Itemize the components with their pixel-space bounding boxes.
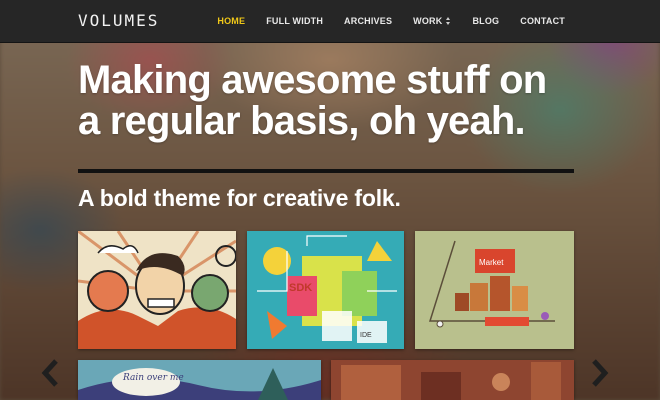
ide-label: IDE: [360, 332, 372, 339]
market-label: Market: [479, 258, 504, 267]
illustration-sdk-city-icon: SDK IDE: [247, 231, 404, 349]
nav-item-home[interactable]: HOME: [217, 16, 245, 26]
gallery-item-room[interactable]: [331, 360, 574, 400]
gallery-item-characters[interactable]: [78, 231, 236, 349]
illustration-characters-icon: [78, 231, 236, 349]
illustration-room-icon: [331, 360, 574, 400]
main-nav: HOME FULL WIDTH ARCHIVES WORK BLOG CONTA…: [196, 16, 565, 26]
rain-label: Rain over me: [122, 373, 184, 383]
nav-item-full-width[interactable]: FULL WIDTH: [266, 16, 323, 26]
chevron-right-icon: [592, 359, 609, 387]
nav-item-work[interactable]: WORK: [413, 16, 451, 26]
gallery-item-market[interactable]: Market: [415, 231, 574, 349]
nav-item-archives[interactable]: ARCHIVES: [344, 16, 392, 26]
gallery-next-button[interactable]: [588, 358, 610, 388]
sdk-label: SDK: [289, 282, 312, 294]
top-navigation-bar: VOLUMES HOME FULL WIDTH ARCHIVES WORK BL…: [0, 0, 660, 43]
gallery-item-rain[interactable]: Rain over me: [78, 360, 321, 400]
illustration-market-icon: Market: [415, 231, 574, 349]
nav-item-contact[interactable]: CONTACT: [520, 16, 565, 26]
chevron-left-icon: [41, 359, 58, 387]
gallery-prev-button[interactable]: [40, 358, 62, 388]
nav-item-work-label: WORK: [413, 16, 443, 26]
hero-headline-line2: a regular basis, oh yeah.: [78, 99, 526, 143]
dropdown-caret-icon: [446, 17, 451, 25]
site-logo[interactable]: VOLUMES: [78, 11, 159, 30]
headline-divider: [78, 169, 574, 173]
gallery-item-sdk-city[interactable]: SDK IDE: [247, 231, 404, 349]
hero-headline-line1: Making awesome stuff on: [78, 58, 547, 102]
hero-subheadline: A bold theme for creative folk.: [78, 185, 401, 211]
illustration-rain-icon: Rain over me: [78, 360, 321, 400]
hero-headline: Making awesome stuff on a regular basis,…: [78, 60, 578, 142]
nav-item-blog[interactable]: BLOG: [472, 16, 499, 26]
